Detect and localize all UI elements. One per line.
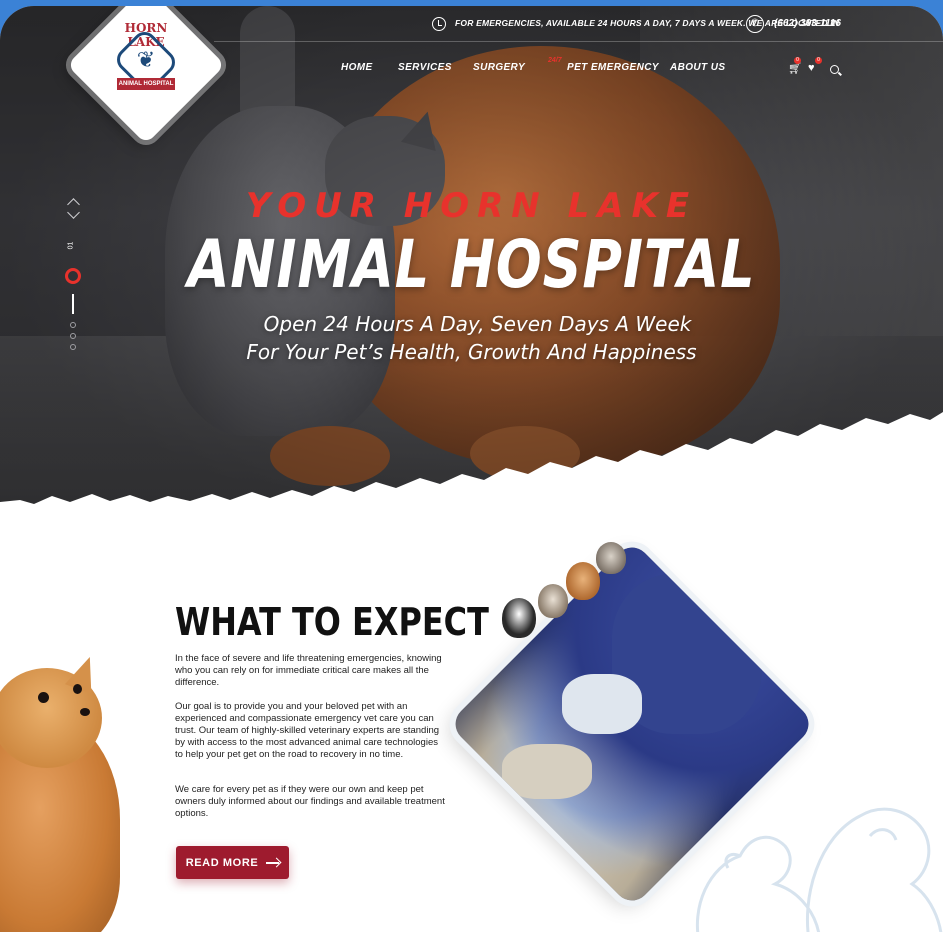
torn-paper-edge bbox=[0, 412, 943, 526]
slide-progress-line bbox=[72, 294, 74, 314]
nav-home[interactable]: HOME bbox=[341, 62, 373, 73]
nav-services[interactable]: SERVICES bbox=[398, 62, 452, 73]
wishlist-count-badge: 0 bbox=[815, 57, 822, 64]
emergency-badge: 24/7 bbox=[548, 57, 562, 64]
read-more-label: READ MORE bbox=[185, 856, 259, 869]
arrow-right-icon bbox=[266, 861, 280, 864]
slide-dot-active[interactable] bbox=[65, 268, 81, 284]
pomeranian-nose bbox=[80, 708, 90, 716]
nav-pet-emergency[interactable]: PET EMERGENCY bbox=[567, 62, 659, 73]
surgeon-glove bbox=[562, 674, 642, 734]
surgeon-glove bbox=[502, 744, 592, 799]
pomeranian-eye bbox=[73, 684, 82, 694]
phone-number-link[interactable]: (662) 393-1116 bbox=[774, 18, 841, 29]
section-title: WHAT TO EXPECT bbox=[175, 600, 489, 644]
paw-icon: ❦ bbox=[136, 47, 156, 72]
expect-paragraph: Our goal is to provide you and your belo… bbox=[175, 701, 440, 760]
clock-icon bbox=[432, 17, 446, 31]
pet-head bbox=[566, 562, 600, 600]
expect-paragraph: We care for every pet as if they were ou… bbox=[175, 784, 445, 819]
pet-head bbox=[502, 598, 536, 638]
peeking-pets-image bbox=[500, 536, 640, 646]
hero-subtitle: For Your Pet’s Health, Growth And Happin… bbox=[246, 340, 697, 364]
cart-icon[interactable]: 🛒︎ bbox=[788, 62, 802, 75]
search-icon[interactable] bbox=[830, 65, 839, 74]
phone-icon: ✆ bbox=[746, 15, 764, 33]
cart-count-badge: 0 bbox=[794, 57, 801, 64]
nav-about-us[interactable]: ABOUT US bbox=[670, 62, 725, 73]
pet-head bbox=[538, 584, 568, 618]
hero-subtitle: Open 24 Hours A Day, Seven Days A Week bbox=[263, 312, 692, 336]
pomeranian-image bbox=[0, 652, 130, 932]
dog-outline-watermark bbox=[695, 807, 943, 932]
logo[interactable]: HORN LAKE ❦ ANIMAL HOSPITAL bbox=[88, 12, 204, 122]
expect-paragraph: In the face of severe and life threateni… bbox=[175, 653, 442, 688]
read-more-button[interactable]: READ MORE bbox=[176, 846, 289, 879]
pet-head bbox=[596, 542, 626, 574]
page: FOR EMERGENCIES, AVAILABLE 24 HOURS A DA… bbox=[0, 6, 943, 932]
slide-number: 01 bbox=[67, 241, 75, 250]
hero-title: ANIMAL HOSPITAL bbox=[187, 226, 756, 303]
hero-kicker: YOUR HORN LAKE bbox=[245, 186, 698, 226]
heart-icon[interactable]: ♥ bbox=[808, 62, 815, 74]
nav-surgery[interactable]: SURGERY bbox=[473, 62, 525, 73]
logo-ribbon: ANIMAL HOSPITAL bbox=[117, 78, 175, 90]
divider bbox=[214, 41, 943, 42]
pomeranian-eye bbox=[38, 692, 49, 703]
